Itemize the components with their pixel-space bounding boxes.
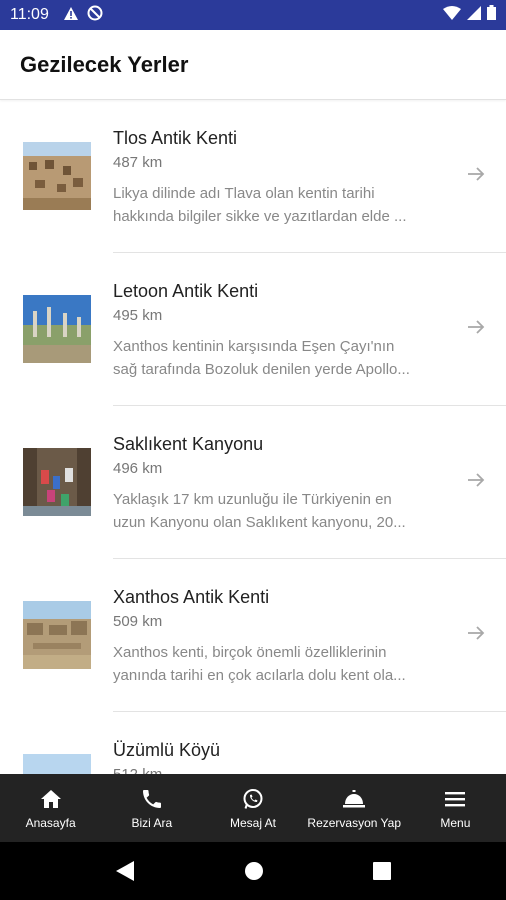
system-nav-bar	[0, 842, 506, 900]
nav-item-home[interactable]: Anasayfa	[0, 774, 101, 842]
list-item[interactable]: Üzümlü Köyü 512 km	[0, 712, 506, 774]
phone-icon	[142, 789, 161, 808]
service-bell-icon	[343, 789, 366, 807]
alert-icon	[63, 6, 79, 25]
status-bar: 11:09	[0, 0, 506, 30]
place-name: Saklıkent Kanyonu	[113, 434, 264, 454]
app-bar: Gezilecek Yerler	[0, 30, 506, 100]
bottom-nav: Anasayfa Bizi Ara Mesaj At Rezervasyon Y…	[0, 774, 506, 842]
wifi-icon	[443, 5, 461, 25]
place-distance: 509 km	[113, 613, 163, 630]
whatsapp-icon	[243, 788, 263, 809]
place-name: Üzümlü Köyü	[113, 740, 221, 760]
back-icon[interactable]	[115, 860, 135, 882]
place-name: Tlos Antik Kenti	[113, 128, 238, 148]
place-description: Xanthos kentinin karşısında Eşen Çayı'nı…	[113, 338, 410, 378]
list-item[interactable]: Tlos Antik Kenti 487 km Likya dilinde ad…	[0, 100, 506, 253]
arrow-right-icon[interactable]	[466, 623, 486, 643]
status-time: 11:09	[10, 6, 49, 23]
menu-icon	[445, 791, 466, 806]
place-name: Letoon Antik Kenti	[113, 281, 259, 301]
nav-label: Bizi Ara	[131, 815, 173, 830]
place-distance: 495 km	[113, 307, 163, 324]
nav-label: Rezervasyon Yap	[307, 815, 402, 830]
place-thumbnail	[23, 448, 91, 516]
home-circle-icon[interactable]	[244, 861, 264, 881]
nav-item-call[interactable]: Bizi Ara	[101, 774, 202, 842]
place-thumbnail	[23, 142, 91, 210]
signal-icon	[467, 5, 481, 25]
list-item[interactable]: Saklıkent Kanyonu 496 km Yaklaşık 17 km …	[0, 406, 506, 559]
nav-item-message[interactable]: Mesaj At	[202, 774, 303, 842]
nav-label: Anasayfa	[25, 815, 76, 830]
recents-icon[interactable]	[373, 862, 392, 880]
nav-label: Mesaj At	[229, 815, 277, 830]
place-description: Yaklaşık 17 km uzunluğu ile Türkiyenin e…	[113, 491, 406, 531]
place-distance: 512 km	[113, 764, 458, 774]
do-not-disturb-icon	[87, 5, 103, 25]
arrow-right-icon[interactable]	[466, 470, 486, 490]
place-thumbnail	[23, 754, 91, 774]
place-description: Xanthos kenti, birçok önemli özellikleri…	[113, 644, 406, 684]
place-name: Xanthos Antik Kenti	[113, 587, 270, 607]
nav-label: Menu	[440, 815, 471, 830]
nav-item-reservation[interactable]: Rezervasyon Yap	[304, 774, 405, 842]
list-item[interactable]: Letoon Antik Kenti 495 km Xanthos kentin…	[0, 253, 506, 406]
nav-item-menu[interactable]: Menu	[405, 774, 506, 842]
place-thumbnail	[23, 601, 91, 669]
page-title: Gezilecek Yerler	[20, 51, 189, 77]
place-description: Likya dilinde adı Tlava olan kentin tari…	[113, 185, 407, 225]
arrow-right-icon[interactable]	[466, 164, 486, 184]
battery-icon	[487, 5, 496, 25]
list-item[interactable]: Xanthos Antik Kenti 509 km Xanthos kenti…	[0, 559, 506, 712]
place-distance: 487 km	[113, 154, 163, 171]
place-distance: 496 km	[113, 460, 163, 477]
places-list: Tlos Antik Kenti 487 km Likya dilinde ad…	[0, 100, 506, 774]
arrow-right-icon[interactable]	[466, 317, 486, 337]
place-thumbnail	[23, 295, 91, 363]
home-icon	[40, 789, 61, 808]
